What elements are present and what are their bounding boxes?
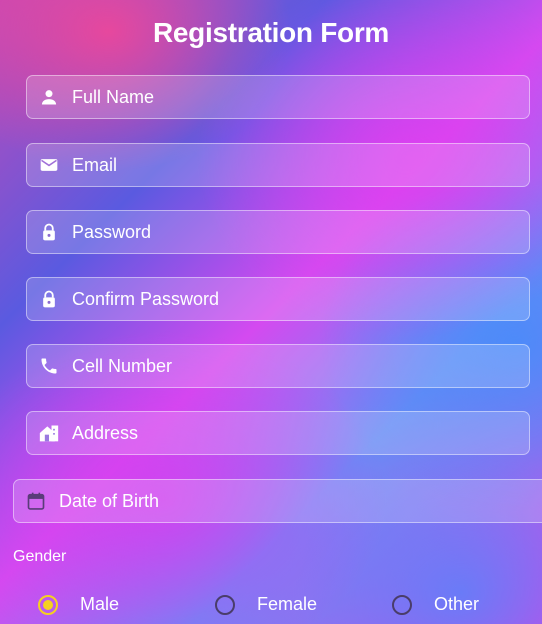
mail-icon: [39, 155, 59, 175]
page-title: Registration Form: [152, 17, 390, 48]
cell-number-field[interactable]: Cell Number: [26, 344, 530, 388]
radio-selected-icon: [38, 594, 58, 615]
radio-unselected-icon: [392, 594, 412, 615]
gender-other-radio[interactable]: Other: [392, 594, 479, 615]
home-icon: [39, 423, 59, 443]
lock-icon: [39, 222, 59, 242]
gender-male-radio[interactable]: Male: [38, 594, 119, 615]
full-name-placeholder: Full Name: [72, 86, 155, 107]
gender-male-label: Male: [80, 594, 120, 614]
gender-female-label: Female: [257, 594, 318, 614]
full-name-field[interactable]: Full Name: [26, 75, 530, 119]
phone-icon: [39, 356, 59, 376]
confirm-password-field[interactable]: Confirm Password: [26, 277, 530, 321]
person-icon: [39, 87, 59, 107]
cell-number-placeholder: Cell Number: [72, 355, 173, 376]
email-field[interactable]: Email: [26, 143, 530, 187]
email-placeholder: Email: [72, 154, 118, 175]
radio-unselected-icon: [215, 594, 235, 615]
gender-female-radio[interactable]: Female: [215, 594, 317, 615]
lock-icon: [39, 289, 59, 309]
password-placeholder: Password: [72, 221, 152, 242]
date-of-birth-field[interactable]: Date of Birth: [13, 479, 542, 523]
password-field[interactable]: Password: [26, 210, 530, 254]
address-field[interactable]: Address: [26, 411, 530, 455]
gender-other-label: Other: [434, 594, 480, 614]
date-of-birth-placeholder: Date of Birth: [59, 490, 160, 511]
address-placeholder: Address: [72, 422, 139, 443]
confirm-password-placeholder: Confirm Password: [72, 288, 220, 309]
gender-label: Gender: [13, 548, 67, 565]
calendar-icon: [26, 491, 46, 511]
